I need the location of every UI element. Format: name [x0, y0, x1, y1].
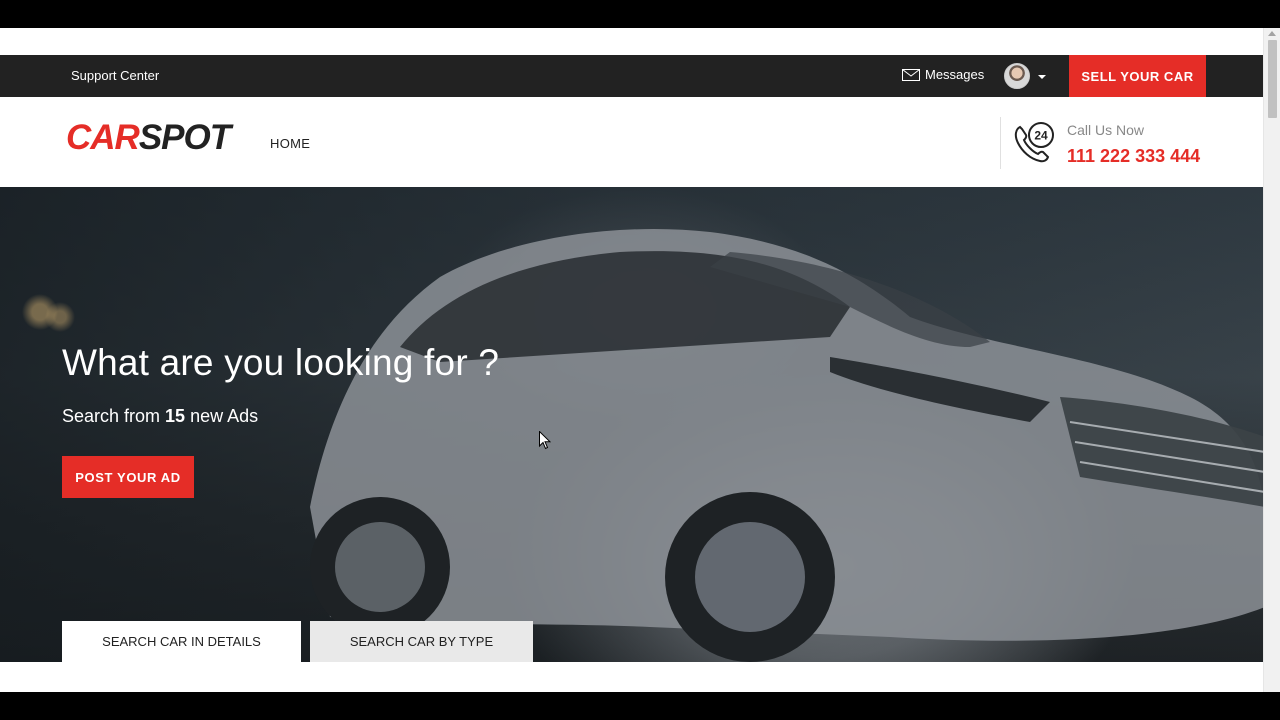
- scrollbar-thumb[interactable]: [1268, 40, 1277, 118]
- tab-search-car-by-type[interactable]: SEARCH CAR BY TYPE: [310, 621, 533, 662]
- support-center-link[interactable]: Support Center: [71, 68, 159, 83]
- ads-count: 15: [165, 406, 186, 426]
- phone-badge-text: 24: [1034, 129, 1048, 143]
- post-your-ad-button[interactable]: POST YOUR AD: [62, 456, 194, 498]
- hero-banner: What are you looking for ? Search from 1…: [0, 187, 1263, 662]
- tab-search-car-in-details[interactable]: SEARCH CAR IN DETAILS: [62, 621, 301, 662]
- hero-subtitle-suffix: new Ads: [185, 406, 259, 426]
- chevron-down-icon[interactable]: [1038, 75, 1046, 79]
- mouse-cursor-icon: [539, 431, 551, 450]
- messages-label: Messages: [925, 67, 985, 82]
- screen: Support Center Messages SELL YOUR CAR CA…: [0, 0, 1280, 720]
- hero-title: What are you looking for ?: [62, 342, 500, 383]
- sell-your-car-button[interactable]: SELL YOUR CAR: [1069, 55, 1206, 97]
- envelope-icon: [902, 68, 920, 81]
- phone-24-icon: 24: [1014, 122, 1054, 163]
- scrollbar[interactable]: [1263, 28, 1280, 692]
- top-bar: Support Center Messages SELL YOUR CAR: [0, 55, 1263, 97]
- suv-photo: [310, 229, 1263, 662]
- hero-subtitle-prefix: Search from: [62, 406, 166, 426]
- hero-subtitle: Search from 15 new Ads: [62, 406, 258, 427]
- site-header: CARSPOT HOME 24 Call Us Now 111 222 333 …: [0, 97, 1263, 187]
- call-us-label: Call Us Now: [1067, 122, 1145, 138]
- nav-home-link[interactable]: HOME: [270, 136, 310, 151]
- call-number[interactable]: 111 222 333 444: [1067, 146, 1200, 167]
- scroll-up-arrow-icon[interactable]: [1268, 31, 1276, 36]
- header-divider: [1000, 117, 1001, 169]
- logo-car-text: CAR: [66, 118, 140, 157]
- messages-link[interactable]: Messages: [902, 67, 984, 82]
- avatar[interactable]: [1004, 63, 1030, 89]
- logo-spot-text: SPOT: [138, 118, 231, 157]
- carspot-logo[interactable]: CARSPOT: [66, 118, 231, 158]
- browser-viewport: Support Center Messages SELL YOUR CAR CA…: [0, 28, 1280, 692]
